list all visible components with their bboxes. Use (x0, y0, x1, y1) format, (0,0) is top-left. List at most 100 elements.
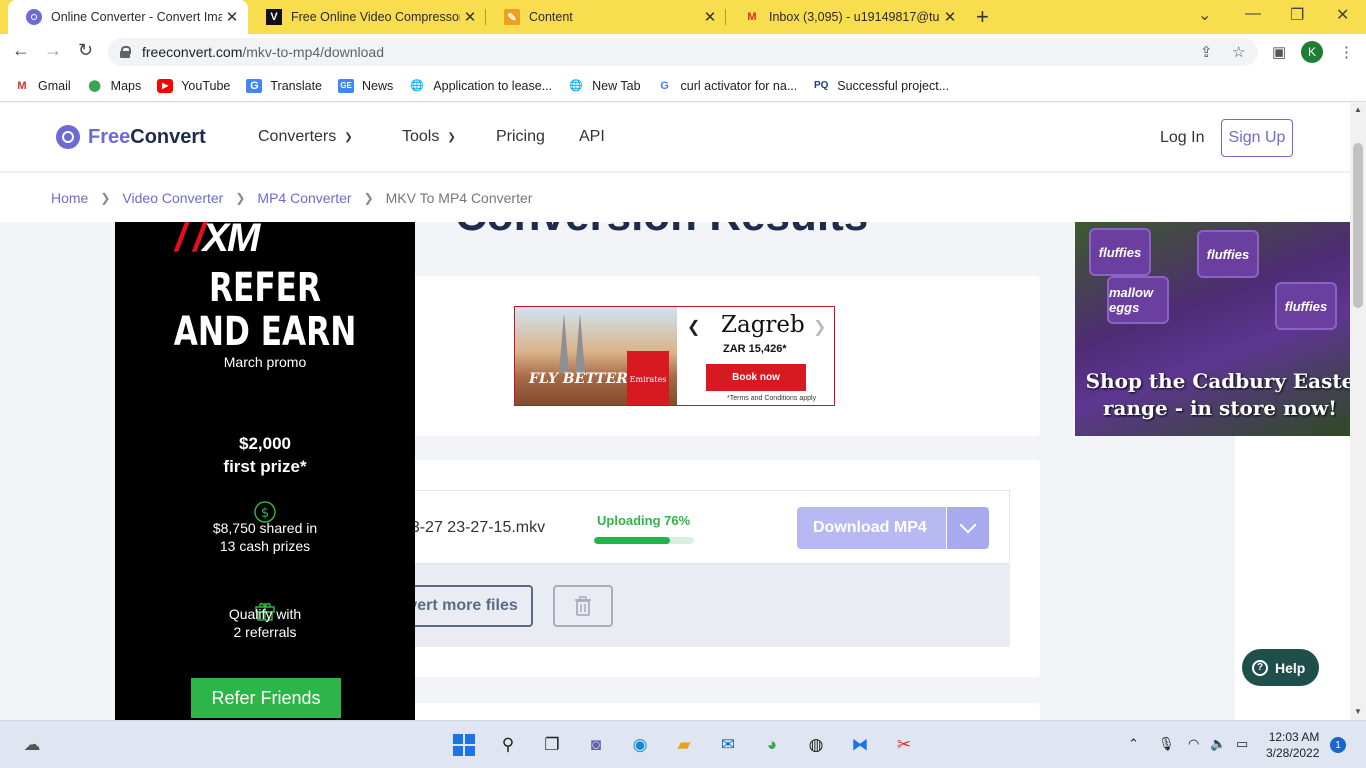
emirates-ad[interactable]: FLY BETTER Emirates ❮ ❯ Zagreb ZAR 15,42… (514, 306, 835, 406)
close-tab-icon[interactable]: ✕ (940, 8, 960, 26)
breadcrumb-home[interactable]: Home (51, 190, 88, 206)
cadbury-ad[interactable]: fluffies fluffies mallow eggs fluffies S… (1075, 222, 1350, 436)
breadcrumb-mp4-converter[interactable]: MP4 Converter (257, 190, 351, 206)
freeconvert-logo[interactable]: Free Convert (56, 125, 206, 149)
cadbury-headline: Shop the Cadbury Easte range - in store … (1075, 368, 1350, 422)
bookmark-gmail[interactable]: M Gmail (14, 78, 71, 93)
tab-video-compressor[interactable]: V Free Online Video Compressor | ✕ (248, 0, 486, 34)
ad-tagline: FLY BETTER (529, 371, 628, 387)
chevron-up-icon[interactable]: ⌃ (1128, 736, 1139, 752)
nav-pricing[interactable]: Pricing (496, 128, 545, 146)
bookmark-curl[interactable]: Gcurl activator for na... (657, 79, 797, 93)
minimize-icon[interactable]: — (1245, 5, 1261, 23)
chevron-left-icon[interactable]: ❮ (687, 317, 700, 337)
clock-date: 3/28/2022 (1266, 746, 1320, 760)
help-button[interactable]: ? Help (1242, 649, 1319, 686)
breadcrumb-video-converter[interactable]: Video Converter (122, 190, 223, 206)
task-view-icon[interactable]: ❐ (540, 733, 564, 757)
battery-icon[interactable]: ▭ (1236, 736, 1248, 752)
file-explorer-icon[interactable]: ▰ (672, 733, 696, 757)
close-tab-icon[interactable]: ✕ (460, 8, 480, 26)
bookmark-translate[interactable]: G Translate (246, 78, 322, 93)
scroll-up-arrow-icon[interactable]: ▲ (1354, 105, 1362, 114)
bookmark-label: YouTube (181, 78, 231, 93)
login-link[interactable]: Log In (1160, 129, 1204, 147)
bookmark-new-tab[interactable]: 🌐 New Tab (568, 79, 640, 93)
nav-tools[interactable]: Tools ❯ (402, 128, 456, 146)
scroll-down-arrow-icon[interactable]: ▼ (1354, 707, 1362, 716)
back-arrow-icon[interactable]: ← (12, 40, 30, 61)
delete-button[interactable] (553, 585, 613, 627)
share-icon[interactable]: ⇪ (1200, 43, 1213, 61)
pencil-favicon: ✎ (504, 9, 520, 25)
bookmark-maps[interactable]: ⬤ Maps (87, 79, 142, 93)
bookmark-application[interactable]: 🌐 Application to lease... (409, 79, 552, 93)
nav-converters[interactable]: Converters ❯ (258, 128, 353, 146)
bookmark-star-icon[interactable]: ☆ (1232, 43, 1245, 61)
lock-icon (120, 46, 131, 58)
start-icon[interactable] (452, 733, 476, 757)
url-domain: freeconvert.com (142, 44, 243, 60)
windows-logo-icon (453, 734, 475, 756)
xm-refer-ad[interactable]: / /XM REFER AND EARN March promo $ $2,00… (115, 216, 415, 720)
chrome-icon[interactable]: ◕ (760, 733, 784, 757)
download-mp4-button[interactable]: Download MP4 (797, 507, 947, 549)
search-icon[interactable]: ⚲ (496, 733, 520, 757)
youtube-icon: ▶ (157, 78, 174, 93)
xm-qualify: Qualify with 2 referrals (115, 605, 415, 641)
reload-icon[interactable]: ↻ (78, 40, 93, 61)
volume-icon[interactable]: 🔈 (1210, 736, 1226, 752)
scroll-thumb[interactable] (1353, 143, 1363, 308)
chevron-down-icon: ❯ (344, 131, 353, 143)
upload-status: Uploading 76% (597, 513, 691, 528)
xm-qualify-1: Qualify with (228, 606, 302, 622)
microphone-icon[interactable]: 🎙 (1158, 736, 1175, 752)
teams-chat-icon[interactable]: ◙ (584, 733, 608, 757)
tab-content[interactable]: ✎ Content ✕ (486, 0, 726, 34)
notification-badge[interactable]: 1 (1330, 737, 1346, 753)
bookmark-label: Gmail (38, 78, 71, 93)
nav-api[interactable]: API (579, 128, 605, 146)
cadbury-pack: fluffies (1197, 230, 1259, 278)
emirates-logo: Emirates (627, 351, 669, 405)
restore-icon[interactable]: ❐ (1290, 5, 1304, 25)
refer-friends-button[interactable]: Refer Friends (191, 678, 341, 718)
bookmark-news[interactable]: GE News (338, 78, 394, 93)
signup-button[interactable]: Sign Up (1221, 119, 1293, 157)
bookmark-label: New Tab (592, 78, 641, 93)
weather-widget-icon[interactable]: ☁ (20, 733, 44, 757)
close-window-icon[interactable]: ✕ (1336, 5, 1349, 25)
wifi-icon[interactable]: ◠ (1188, 736, 1199, 752)
close-tab-icon[interactable]: ✕ (222, 8, 242, 26)
page-scrollbar[interactable]: ▲ ▼ (1350, 103, 1366, 720)
bookmark-youtube[interactable]: ▶ YouTube (157, 78, 231, 93)
tab-online-converter[interactable]: Online Converter - Convert Imag ✕ (8, 0, 248, 34)
system-clock[interactable]: 12:03 AM 3/28/2022 (1266, 729, 1319, 761)
site-header: Free Convert Converters ❯ Tools ❯ Pricing A… (0, 103, 1350, 172)
url-bar[interactable]: freeconvert.com/mkv-to-mp4/download (108, 38, 1258, 66)
profile-avatar[interactable]: K (1301, 41, 1323, 63)
book-now-button[interactable]: Book now (706, 364, 806, 391)
obs-icon[interactable]: ◍ (804, 733, 828, 757)
right-column (1075, 436, 1235, 720)
xm-logo: / /XM (175, 216, 260, 261)
vscode-icon[interactable]: ⧓ (848, 733, 872, 757)
forward-arrow-icon[interactable]: → (44, 40, 62, 61)
clock-time: 12:03 AM (1268, 730, 1320, 744)
bookmark-label: Maps (110, 78, 142, 93)
download-options-chevron-icon[interactable] (946, 507, 989, 549)
next-card (400, 703, 1040, 720)
chrome-menu-icon[interactable]: ⋮ (1339, 43, 1354, 61)
snipping-tool-icon[interactable]: ✂ (892, 733, 916, 757)
chevron-right-icon[interactable]: ❯ (813, 317, 826, 337)
tab-search-icon[interactable]: ⌄ (1198, 5, 1211, 25)
side-panel-icon[interactable]: ▣ (1272, 43, 1286, 61)
close-tab-icon[interactable]: ✕ (700, 8, 720, 26)
mail-icon[interactable]: ✉ (716, 733, 740, 757)
bookmark-label: Successful project... (837, 78, 950, 93)
tab-inbox[interactable]: M Inbox (3,095) - u19149817@tuks ✕ (726, 0, 966, 34)
bookmark-successful-project[interactable]: PQ Successful project... (813, 79, 949, 93)
bookmark-label: News (362, 78, 394, 93)
new-tab-button[interactable]: + (976, 4, 989, 30)
edge-icon[interactable]: ◉ (628, 733, 652, 757)
